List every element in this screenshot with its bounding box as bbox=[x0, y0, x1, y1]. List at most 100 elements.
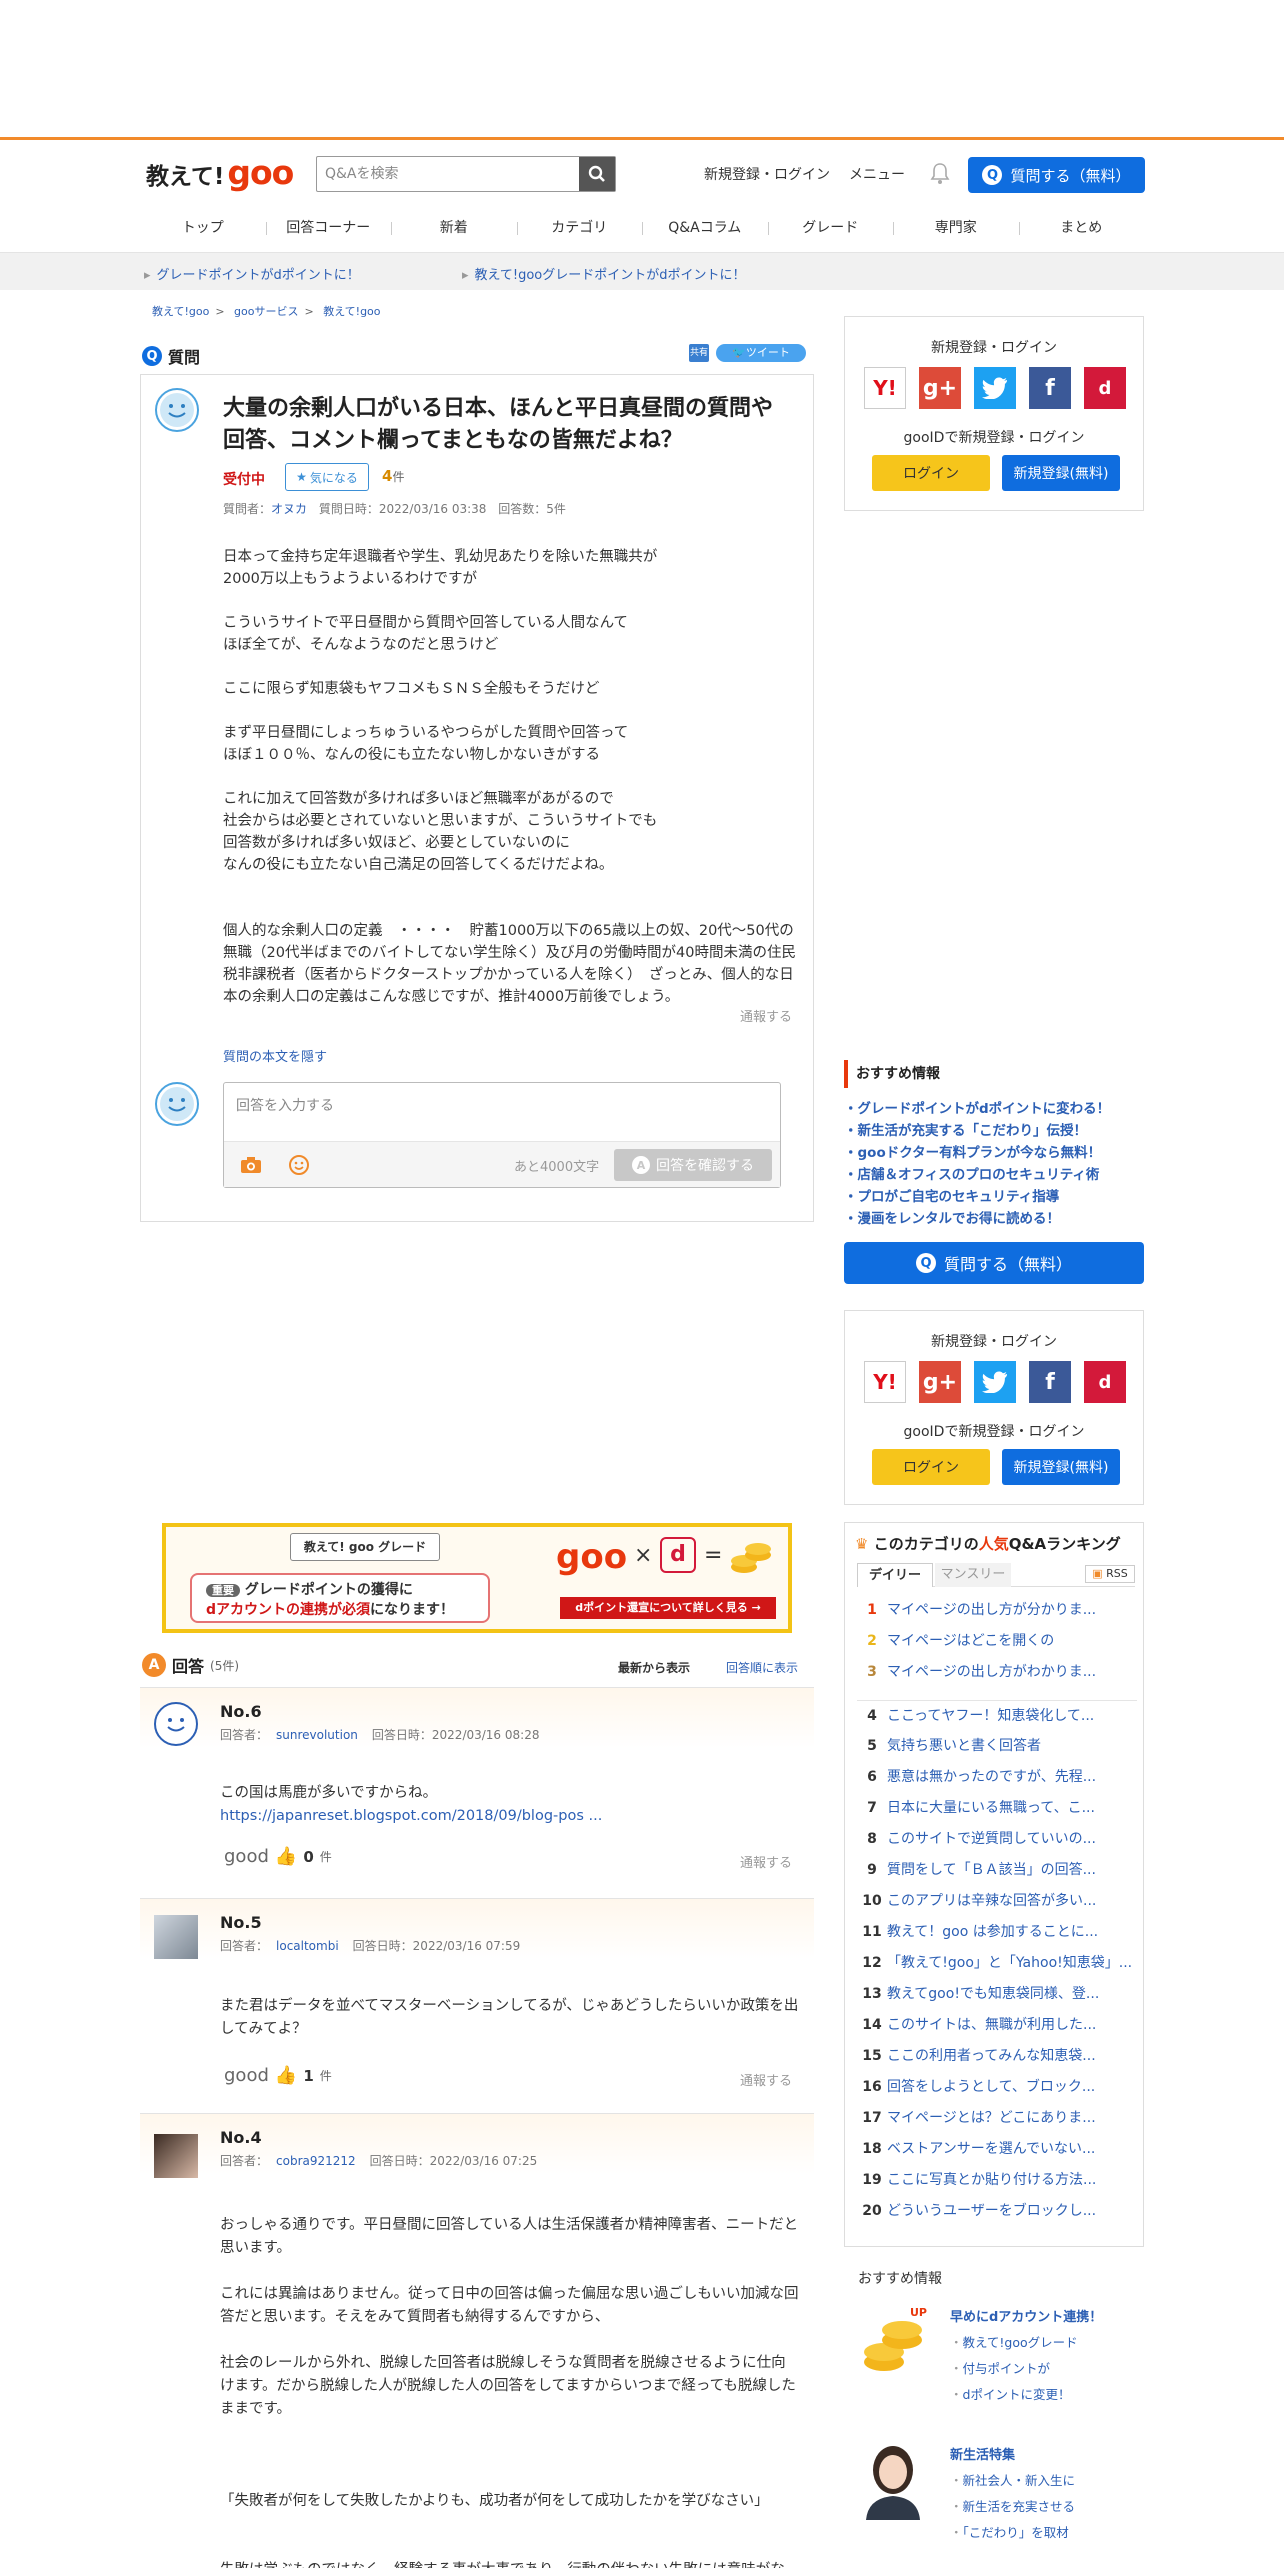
recommend-item[interactable]: グレードポイントがdポイントに変わる！ bbox=[844, 1098, 1144, 1120]
sort-newest[interactable]: 最新から表示 bbox=[618, 1659, 690, 1676]
nav-answer-corner[interactable]: 回答コーナー bbox=[265, 210, 392, 246]
report-link[interactable]: 通報する bbox=[740, 1852, 792, 1871]
facebook-icon[interactable]: f bbox=[1029, 367, 1071, 409]
answer-placeholder: 回答を入力する bbox=[236, 1098, 334, 1114]
ranking-item[interactable]: 15 ここの利用者ってみんな知恵袋... bbox=[857, 2041, 1137, 2072]
site-logo[interactable]: 教えて! goo bbox=[146, 153, 294, 192]
ranking-item[interactable]: 16 回答をしようとして、ブロック... bbox=[857, 2072, 1137, 2103]
recommend-item[interactable]: 店舗＆オフィスのプロのセキュリティ術 bbox=[844, 1164, 1144, 1186]
breadcrumb-item[interactable]: 教えて!goo bbox=[152, 305, 209, 318]
breadcrumb-item[interactable]: gooサービス bbox=[234, 305, 298, 318]
register-button[interactable]: 新規登録(無料) bbox=[1002, 1449, 1120, 1485]
answerer-link[interactable]: cobra921212 bbox=[276, 2154, 356, 2168]
google-plus-icon[interactable]: g+ bbox=[919, 1361, 961, 1403]
notice-link-1[interactable]: グレードポイントがdポイントに！ bbox=[144, 264, 360, 283]
nav-new[interactable]: 新着 bbox=[391, 210, 517, 246]
ranking-item[interactable]: 6 悪意は無かったのですが、先程... bbox=[857, 1762, 1137, 1793]
login-button[interactable]: ログイン bbox=[872, 455, 990, 491]
search-input[interactable] bbox=[317, 157, 579, 191]
docomo-icon[interactable]: d bbox=[1084, 367, 1126, 409]
menu-link[interactable]: メニュー bbox=[849, 164, 905, 184]
breadcrumb-item[interactable]: 教えて!goo bbox=[323, 305, 380, 318]
nav-expert[interactable]: 専門家 bbox=[893, 210, 1019, 246]
login-link[interactable]: 新規登録・ログイン bbox=[704, 164, 830, 184]
recommend-item[interactable]: プロがご自宅のセキュリティ指導 bbox=[844, 1186, 1144, 1208]
asker-avatar[interactable] bbox=[155, 388, 199, 432]
answer-input[interactable]: 回答を入力する あと4000文字 A 回答を確認する bbox=[223, 1082, 781, 1188]
ranking-item[interactable]: 18 ベストアンサーを選んでいない... bbox=[857, 2134, 1137, 2165]
grade-banner[interactable]: 教えて! goo グレード 重要 グレードポイントの獲得に dアカウントの連携が… bbox=[162, 1523, 792, 1633]
ranking-item[interactable]: 17 マイページとは？どこにありま... bbox=[857, 2103, 1137, 2134]
good-button[interactable]: good 👍 1 件 bbox=[224, 2065, 332, 2086]
hide-body-link[interactable]: 質問の本文を隠す bbox=[223, 1046, 327, 1065]
search-button[interactable] bbox=[579, 157, 615, 191]
ranking-item[interactable]: 20 どういうユーザーをブロックし... bbox=[857, 2196, 1137, 2227]
docomo-icon[interactable]: d bbox=[1084, 1361, 1126, 1403]
ranking-item[interactable]: 3 マイページの出し方がわかりま... bbox=[857, 1657, 1137, 1688]
answer-link[interactable]: https://japanreset.blogspot.com/2018/09/… bbox=[220, 1805, 800, 1828]
emoji-icon[interactable] bbox=[288, 1154, 310, 1176]
crown-icon: ♛ bbox=[855, 1535, 869, 1553]
recommend-item[interactable]: 新生活が充実する「こだわり」伝授！ bbox=[844, 1120, 1144, 1142]
ranking-item[interactable]: 9 質問をして「ＢＡ該当」の回答... bbox=[857, 1855, 1137, 1886]
ranking-item[interactable]: 11 教えて！goo は参加することに... bbox=[857, 1917, 1137, 1948]
ranking-item[interactable]: 7 日本に大量にいる無職って、こ... bbox=[857, 1793, 1137, 1824]
ranking-item[interactable]: 8 このサイトで逆質問していいの... bbox=[857, 1824, 1137, 1855]
ranking-item[interactable]: 19 ここに写真とか貼り付ける方法... bbox=[857, 2165, 1137, 2196]
recommend-item[interactable]: gooドクター有料プランが今なら無料！ bbox=[844, 1142, 1144, 1164]
confirm-answer-button[interactable]: A 回答を確認する bbox=[614, 1149, 772, 1181]
ranking-item[interactable]: 14 このサイトは、無職が利用した... bbox=[857, 2010, 1137, 2041]
yahoo-icon[interactable]: Y! bbox=[864, 1361, 906, 1403]
sort-by-order[interactable]: 回答順に表示 bbox=[726, 1659, 798, 1676]
nav-matome[interactable]: まとめ bbox=[1018, 210, 1145, 246]
answerer-avatar[interactable] bbox=[154, 1702, 198, 1746]
promo-dpoint[interactable]: UP 早めにdアカウント連携！ 教えて!gooグレード 付与ポイントが dポイン… bbox=[858, 2302, 1144, 2412]
answerer-avatar[interactable] bbox=[154, 2134, 198, 2178]
sidebar-ask-button[interactable]: Q 質問する（無料） bbox=[844, 1242, 1144, 1284]
yahoo-icon[interactable]: Y! bbox=[864, 367, 906, 409]
ranking-item[interactable]: 10 このアプリは辛辣な回答が多い... bbox=[857, 1886, 1137, 1917]
ranking-item[interactable]: 4 ここってヤフー！知恵袋化して... bbox=[857, 1700, 1137, 1731]
tab-daily[interactable]: デイリー bbox=[857, 1563, 933, 1587]
watch-button[interactable]: ★ 気になる bbox=[285, 463, 369, 491]
twitter-icon[interactable] bbox=[974, 1361, 1016, 1403]
answerer-avatar[interactable] bbox=[154, 1915, 198, 1959]
answer-item: No.5 回答者： localtombi 回答日時：2022/03/16 07:59… bbox=[140, 1898, 814, 2110]
answerer-link[interactable]: sunrevolution bbox=[276, 1728, 358, 1742]
recommend-item[interactable]: 漫画をレンタルでお得に読める！ bbox=[844, 1208, 1144, 1230]
report-link[interactable]: 通報する bbox=[740, 2070, 792, 2089]
share-button[interactable]: 共有 bbox=[689, 344, 709, 362]
nav-category[interactable]: カテゴリ bbox=[516, 210, 643, 246]
facebook-icon[interactable]: f bbox=[1029, 1361, 1071, 1403]
twitter-icon[interactable] bbox=[974, 367, 1016, 409]
smiley-avatar-icon bbox=[159, 1707, 193, 1741]
answerer-link[interactable]: localtombi bbox=[276, 1939, 339, 1953]
rss-button[interactable]: ▣ RSS bbox=[1085, 1565, 1135, 1583]
ranking-item[interactable]: 2 マイページはどこを開くの bbox=[857, 1626, 1137, 1657]
tweet-button[interactable]: 🐦ツイート bbox=[716, 344, 806, 362]
ask-question-button[interactable]: Q 質問する（無料） bbox=[968, 157, 1145, 193]
ranking-item[interactable]: 1 マイページの出し方が分かりま... bbox=[857, 1595, 1137, 1626]
good-button[interactable]: good 👍 0 件 bbox=[224, 1846, 332, 1867]
banner-cta[interactable]: dポイント還宣について詳しく見る → bbox=[560, 1597, 776, 1619]
ranking-item[interactable]: 12 「教えて!goo」と「Yahoo!知恵袋」... bbox=[857, 1948, 1137, 1979]
google-plus-icon[interactable]: g+ bbox=[919, 367, 961, 409]
ranking-item[interactable]: 5 気持ち悪いと書く回答者 bbox=[857, 1731, 1137, 1762]
register-button[interactable]: 新規登録(無料) bbox=[1002, 455, 1120, 491]
asker-link[interactable]: オヌカ bbox=[271, 502, 307, 516]
coins-icon bbox=[728, 1537, 774, 1577]
notice-link-2[interactable]: 教えて!gooグレードポイントがdポイントに！ bbox=[462, 264, 746, 283]
login-button[interactable]: ログイン bbox=[872, 1449, 990, 1485]
notice-bar: グレードポイントがdポイントに！ 教えて!gooグレードポイントがdポイントに！ bbox=[0, 252, 1284, 290]
nav-qa-column[interactable]: Q&Aコラム bbox=[642, 210, 768, 246]
nav-top[interactable]: トップ bbox=[140, 210, 266, 246]
ranking-item[interactable]: 13 教えてgoo!でも知恵袋同様、登... bbox=[857, 1979, 1137, 2010]
report-link[interactable]: 通報する bbox=[740, 1006, 792, 1025]
rank-number: 13 bbox=[862, 1986, 882, 2002]
promo-new-life[interactable]: 新生活特集 新社会人・新入生に 新生活を充実させる 「こだわり」を取材 bbox=[858, 2440, 1144, 2550]
rank-title: このサイトで逆質問していいの... bbox=[887, 1831, 1096, 1847]
nav-grade[interactable]: グレード bbox=[767, 210, 894, 246]
camera-icon[interactable] bbox=[240, 1156, 262, 1174]
bell-icon[interactable] bbox=[929, 161, 951, 185]
tab-monthly[interactable]: マンスリー bbox=[935, 1563, 1011, 1587]
